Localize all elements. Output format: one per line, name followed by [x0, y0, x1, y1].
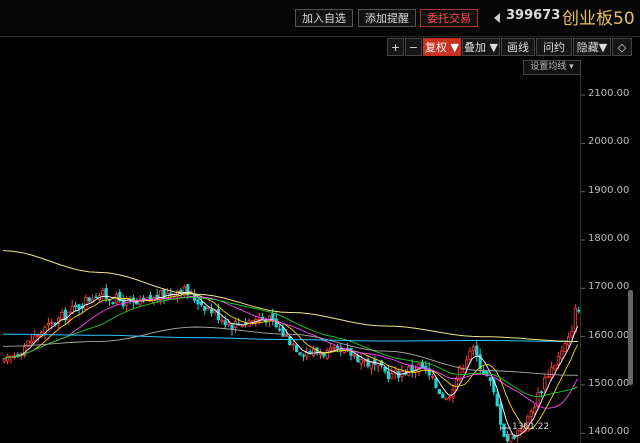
price-tick-label: 1600.00: [588, 329, 630, 341]
candle-body: [570, 330, 574, 337]
candle-body: [563, 343, 567, 353]
ma60-line: [2, 326, 579, 376]
price-tick-label: 1900.00: [588, 184, 630, 196]
candle-body: [250, 320, 254, 323]
candle-body: [502, 423, 506, 437]
candle-body: [288, 336, 292, 346]
candle-body: [87, 297, 91, 302]
candle-body: [481, 370, 486, 374]
price-tick-label: 1500.00: [588, 378, 630, 389]
candle-body: [475, 345, 479, 356]
candlestick-chart[interactable]: [0, 0, 640, 443]
candle-body: [533, 407, 537, 414]
candle-body: [332, 347, 336, 350]
candle-body: [505, 434, 510, 442]
candle-body: [216, 309, 220, 321]
candle-body: [386, 371, 391, 380]
candle-body: [74, 305, 78, 308]
candle-body: [529, 410, 533, 417]
candle-body: [226, 322, 231, 326]
candle-body: [318, 353, 323, 355]
candle-body: [356, 355, 360, 363]
ma5-line: [2, 291, 579, 437]
candle-body: [50, 321, 54, 324]
candle-body: [6, 355, 10, 362]
candle-body: [46, 323, 51, 326]
candle-body: [556, 356, 561, 365]
candle-body: [291, 343, 295, 346]
candle-body: [560, 350, 564, 360]
candle-body: [84, 296, 88, 311]
candle-body: [553, 364, 557, 370]
candle-body: [281, 327, 285, 337]
candle-body: [206, 307, 210, 309]
candle-body: [498, 404, 503, 425]
price-tick-label: 2100.00: [588, 88, 630, 99]
candle-body: [111, 302, 115, 304]
vertical-scrollbar[interactable]: [628, 290, 633, 385]
candle-body: [539, 391, 544, 393]
candle-body: [196, 299, 200, 305]
candle-body: [33, 335, 37, 342]
candle-body: [468, 350, 472, 360]
candle-body: [352, 354, 357, 357]
candle-body: [94, 296, 98, 299]
candle-body: [444, 397, 448, 401]
candle-body: [546, 375, 550, 378]
candle-body: [203, 306, 207, 311]
candle-body: [311, 348, 316, 356]
ma20-line: [2, 296, 578, 409]
candle-body: [121, 298, 125, 307]
candle-body: [512, 435, 516, 439]
candle-body: [230, 324, 234, 330]
candle-body: [362, 359, 367, 362]
candle-body: [220, 319, 224, 322]
candle-body: [441, 393, 445, 399]
candle-body: [301, 354, 306, 357]
candle-body: [284, 335, 289, 337]
price-tick-label: 1700.00: [588, 281, 630, 293]
candle-body: [464, 359, 469, 368]
candle-body: [325, 349, 329, 359]
candle-body: [447, 396, 452, 399]
candle-body: [328, 347, 333, 352]
candle-body: [458, 366, 462, 380]
candle-body: [199, 301, 203, 306]
candle-body: [390, 373, 394, 379]
candle-body: [60, 311, 64, 320]
candle-body: [543, 377, 547, 391]
candle-body: [240, 325, 244, 327]
candle-body: [104, 288, 108, 299]
candle-body: [274, 318, 278, 328]
candle-body: [359, 358, 363, 364]
price-tick-label: 1400.00: [588, 426, 630, 438]
candle-body: [437, 388, 442, 394]
candle-body: [223, 320, 227, 326]
candle-body: [36, 335, 40, 337]
candle-body: [101, 289, 105, 296]
candle-body: [550, 366, 554, 378]
price-tick-label: 1800.00: [588, 233, 630, 244]
candle-body: [29, 340, 34, 344]
candle-body: [77, 304, 81, 310]
candle-body: [488, 377, 493, 382]
candle-body: [430, 376, 435, 378]
candle-body: [277, 328, 282, 331]
candle-body: [495, 393, 499, 407]
candle-body: [209, 308, 214, 314]
candle-body: [298, 352, 302, 355]
ma10-line: [2, 292, 579, 430]
candle-body: [509, 434, 513, 443]
candle-body: [420, 362, 425, 368]
candle-body: [383, 366, 387, 372]
low-price-label: 1361.22: [512, 422, 550, 432]
candle-body: [434, 377, 438, 388]
price-axis: [580, 74, 581, 443]
price-tick-label: 2000.00: [588, 136, 630, 148]
candle-body: [471, 346, 476, 351]
candle-body: [294, 344, 299, 353]
